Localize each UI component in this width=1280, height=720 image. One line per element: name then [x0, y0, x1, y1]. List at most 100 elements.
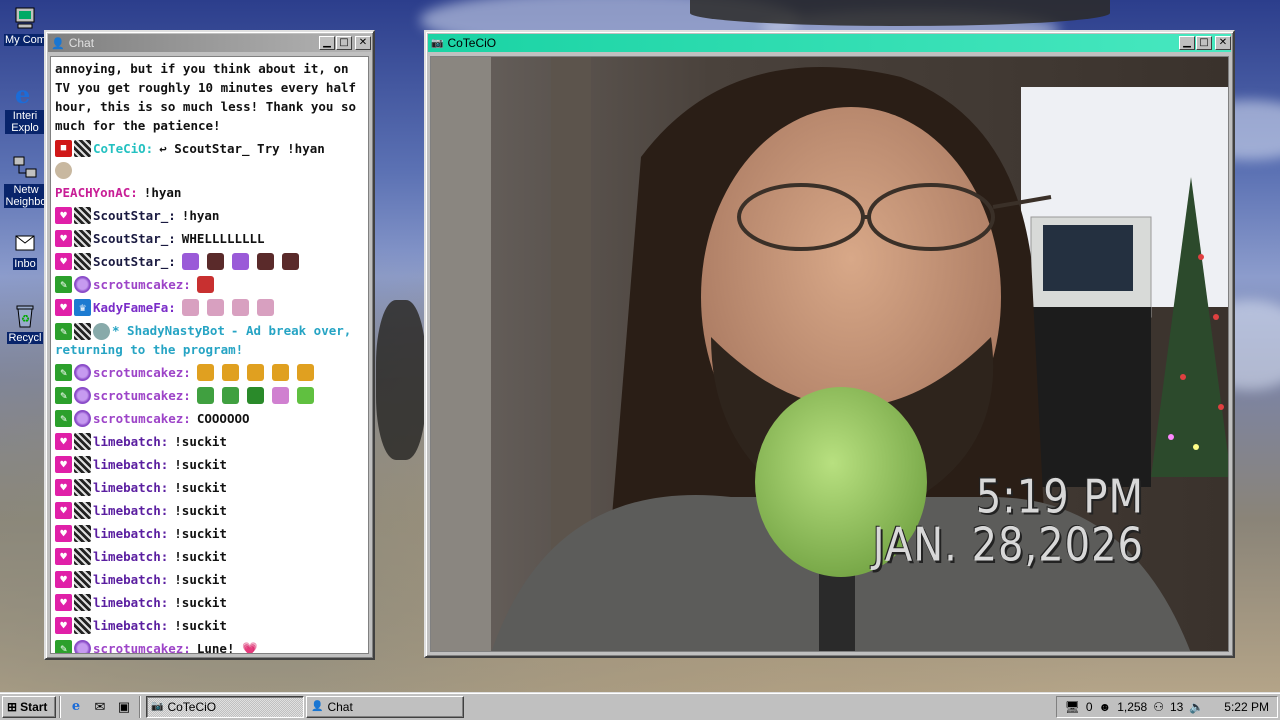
svg-text:♻: ♻ — [21, 314, 30, 325]
purple-badge-icon[interactable] — [74, 410, 91, 427]
grid-badge-icon[interactable] — [74, 323, 91, 340]
chat-username[interactable]: PEACHYonAC: — [55, 183, 138, 202]
maximize-button[interactable]: □ — [1196, 36, 1212, 50]
outlook-icon[interactable]: ✉ — [90, 697, 110, 717]
grid-badge-icon[interactable] — [74, 525, 91, 542]
purple-badge-icon[interactable] — [74, 364, 91, 381]
camera-window[interactable]: 📷 CoTeCiO ▁ □ ✕ 5:19 PM JAN. 28,2026 — [424, 30, 1235, 658]
chat-username[interactable]: scrotumcakez: — [93, 275, 191, 294]
face-badge-icon[interactable] — [55, 162, 72, 179]
pink-badge-icon[interactable] — [55, 617, 72, 634]
chat-username[interactable]: CoTeCiO: — [93, 139, 153, 158]
chat-username[interactable]: ScoutStar_: — [93, 206, 176, 225]
grid-badge-icon[interactable] — [74, 433, 91, 450]
purple-badge-icon[interactable] — [74, 640, 91, 653]
bot-badge-icon[interactable] — [93, 323, 110, 340]
grid-badge-icon[interactable] — [74, 502, 91, 519]
chat-username[interactable]: ScoutStar_: — [93, 229, 176, 248]
volume-icon[interactable]: 🔈 — [1189, 700, 1204, 714]
emote-icon — [181, 253, 199, 270]
chat-username[interactable]: * ShadyNastyBot — [112, 323, 225, 338]
crown-badge-icon[interactable] — [74, 299, 91, 316]
internet-explorer-icon: e — [11, 80, 39, 108]
chat-username[interactable]: scrotumcakez: — [93, 386, 191, 405]
chat-username[interactable]: scrotumcakez: — [93, 639, 191, 653]
grid-badge-icon[interactable] — [74, 617, 91, 634]
emote-icon — [206, 253, 224, 270]
desktop-icon-internet-explorer[interactable]: e Interi Explo — [4, 80, 46, 134]
green-badge-icon[interactable] — [55, 276, 72, 293]
grid-badge-icon[interactable] — [74, 571, 91, 588]
pink-badge-icon[interactable] — [55, 207, 72, 224]
close-button[interactable]: ✕ — [1215, 36, 1231, 50]
green-badge-icon[interactable] — [55, 387, 72, 404]
chat-window[interactable]: 👤 Chat ▁ □ ✕ annoying, but if you think … — [44, 30, 375, 660]
chat-log[interactable]: annoying, but if you think about it, on … — [50, 56, 369, 654]
close-button[interactable]: ✕ — [355, 36, 371, 50]
taskbar-task-cotecio[interactable]: 📷 CoTeCiO — [146, 695, 304, 718]
pink-badge-icon[interactable] — [55, 299, 72, 316]
maximize-button[interactable]: □ — [336, 36, 352, 50]
desktop-icon-network[interactable]: Netw Neighbo — [4, 154, 48, 208]
grid-badge-icon[interactable] — [74, 230, 91, 247]
minimize-button[interactable]: ▁ — [1179, 36, 1195, 50]
green-badge-icon[interactable] — [55, 364, 72, 381]
desktop-icon-recycle-bin[interactable]: ♻ Recycl — [4, 302, 46, 344]
grid-badge-icon[interactable] — [74, 548, 91, 565]
minimize-button[interactable]: ▁ — [319, 36, 335, 50]
desktop-icon-label: Netw Neighbo — [4, 184, 48, 208]
grid-badge-icon[interactable] — [74, 207, 91, 224]
grid-badge-icon[interactable] — [74, 594, 91, 611]
chat-username[interactable]: scrotumcakez: — [93, 363, 191, 382]
pink-badge-icon[interactable] — [55, 502, 72, 519]
chat-username[interactable]: KadyFameFa: — [93, 298, 176, 317]
pink-badge-icon[interactable] — [55, 594, 72, 611]
green-badge-icon[interactable] — [55, 410, 72, 427]
emote-icon — [256, 299, 274, 316]
viewers-tray-icon[interactable]: ☻ — [1099, 700, 1112, 714]
pink-badge-icon[interactable] — [55, 525, 72, 542]
pink-badge-icon[interactable] — [55, 253, 72, 270]
chat-username[interactable]: scrotumcakez: — [93, 409, 191, 428]
green-badge-icon[interactable] — [55, 323, 72, 340]
show-desktop-icon[interactable]: ▣ — [114, 697, 134, 717]
pink-badge-icon[interactable] — [55, 479, 72, 496]
green-badge-icon[interactable] — [55, 640, 72, 653]
purple-badge-icon[interactable] — [74, 387, 91, 404]
chat-username[interactable]: limebatch: — [93, 455, 168, 474]
taskbar-task-chat[interactable]: 👤 Chat — [306, 695, 464, 718]
emote-icon — [246, 364, 264, 381]
chat-username[interactable]: limebatch: — [93, 547, 168, 566]
system-tray: 🖥 0 ☻ 1,258 ⚇ 13 🔈 5:22 PM — [1055, 696, 1278, 718]
pink-badge-icon[interactable] — [55, 571, 72, 588]
chat-username[interactable]: limebatch: — [93, 616, 168, 635]
pink-badge-icon[interactable] — [55, 548, 72, 565]
monitor-tray-icon[interactable]: 🖥 — [1065, 700, 1080, 714]
chat-username[interactable]: limebatch: — [93, 593, 168, 612]
pink-badge-icon[interactable] — [55, 456, 72, 473]
chat-username[interactable]: limebatch: — [93, 432, 168, 451]
internet-explorer-icon[interactable]: e — [66, 697, 86, 717]
camera-titlebar[interactable]: 📷 CoTeCiO ▁ □ ✕ — [428, 34, 1231, 52]
task-label: CoTeCiO — [167, 699, 217, 714]
start-button[interactable]: ⊞ Start — [2, 695, 56, 718]
chat-titlebar[interactable]: 👤 Chat ▁ □ ✕ — [48, 34, 371, 52]
pink-badge-icon[interactable] — [55, 433, 72, 450]
red-badge-icon[interactable] — [55, 140, 72, 157]
chat-username[interactable]: limebatch: — [93, 478, 168, 497]
desktop-icon-label: Recycl — [7, 332, 43, 344]
grid-badge-icon[interactable] — [74, 253, 91, 270]
chat-username[interactable]: limebatch: — [93, 524, 168, 543]
chat-username[interactable]: limebatch: — [93, 501, 168, 520]
purple-badge-icon[interactable] — [74, 276, 91, 293]
grid-badge-icon[interactable] — [74, 479, 91, 496]
grid-badge-icon[interactable] — [74, 140, 91, 157]
grid-badge-icon[interactable] — [74, 456, 91, 473]
desktop-icon-inbox[interactable]: Inbo — [4, 228, 46, 270]
chat-username[interactable]: ScoutStar_: — [93, 252, 176, 271]
desktop-icon-my-computer[interactable]: My Com — [4, 4, 47, 46]
chat-username[interactable]: limebatch: — [93, 570, 168, 589]
followers-tray-icon[interactable]: ⚇ — [1153, 700, 1164, 714]
pink-badge-icon[interactable] — [55, 230, 72, 247]
tray-clock[interactable]: 5:22 PM — [1224, 700, 1269, 714]
